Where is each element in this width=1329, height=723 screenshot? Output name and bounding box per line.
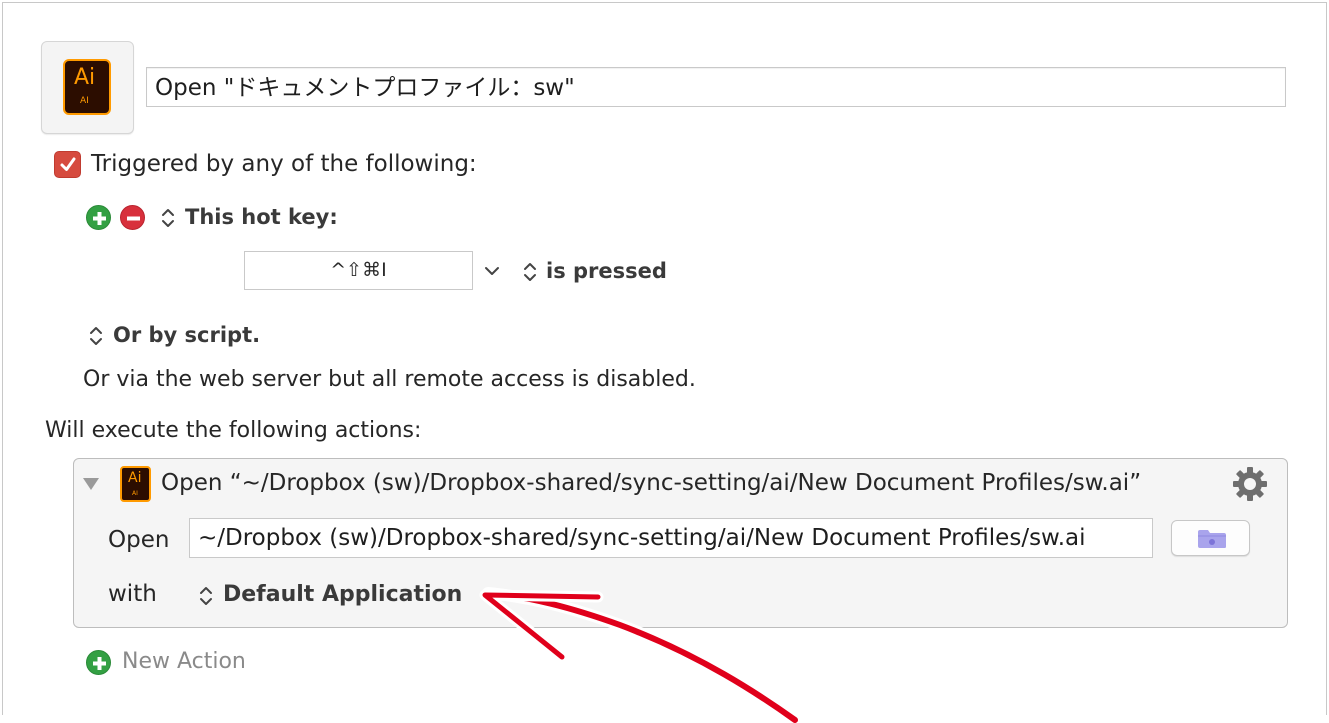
trigger-enabled-checkbox[interactable] <box>54 151 81 178</box>
script-trigger-updown-icon[interactable] <box>89 325 103 347</box>
gear-icon[interactable] <box>1230 464 1270 504</box>
ai-icon-subtext: AI <box>80 96 89 106</box>
actions-heading: Will execute the following actions: <box>45 418 422 443</box>
trigger-heading: Triggered by any of the following: <box>91 151 477 177</box>
file-path-field[interactable]: ~/Dropbox (sw)/Dropbox-shared/sync-setti… <box>189 518 1153 558</box>
chevron-down-icon[interactable] <box>484 264 500 278</box>
hotkey-state-popup[interactable]: is pressed <box>546 259 667 283</box>
hotkey-state-updown-icon[interactable] <box>523 261 537 283</box>
hotkey-field[interactable]: ^⇧⌘I <box>244 251 473 290</box>
adobe-illustrator-icon: Ai AI <box>120 466 151 502</box>
choose-file-button[interactable] <box>1171 520 1250 556</box>
checkmark-icon <box>60 157 76 171</box>
action-title[interactable]: Open “~/Dropbox (sw)/Dropbox-shared/sync… <box>161 470 1141 496</box>
new-action-add-button[interactable] <box>86 650 111 675</box>
folder-icon <box>1198 530 1226 548</box>
minus-icon <box>127 216 140 221</box>
plus-icon <box>93 657 106 670</box>
remove-trigger-button[interactable] <box>120 205 145 230</box>
ai-icon-subtext: AI <box>132 490 138 497</box>
ai-icon-text: Ai <box>128 470 142 486</box>
macro-name-field[interactable]: Open "ドキュメントプロファイル：sw" <box>146 67 1286 107</box>
action-app-icon: Ai AI <box>120 466 151 502</box>
macro-icon-well[interactable]: Ai AI <box>41 41 134 134</box>
disclosure-triangle-icon[interactable] <box>82 476 100 492</box>
ai-icon-text: Ai <box>74 65 96 90</box>
annotation-arrow <box>479 587 801 723</box>
new-action-label[interactable]: New Action <box>122 649 246 674</box>
trigger-type-updown-icon[interactable] <box>161 207 175 229</box>
plus-icon <box>93 212 106 225</box>
application-popup[interactable]: Default Application <box>223 582 462 607</box>
web-server-note: Or via the web server but all remote acc… <box>83 367 696 392</box>
hotkey-trigger-label[interactable]: This hot key: <box>185 205 338 229</box>
script-trigger-popup[interactable]: Or by script. <box>113 323 260 347</box>
open-label: Open <box>108 527 170 553</box>
add-trigger-button[interactable] <box>86 205 111 230</box>
application-updown-icon[interactable] <box>199 585 213 607</box>
adobe-illustrator-icon: Ai AI <box>63 59 111 115</box>
with-label: with <box>108 581 157 607</box>
